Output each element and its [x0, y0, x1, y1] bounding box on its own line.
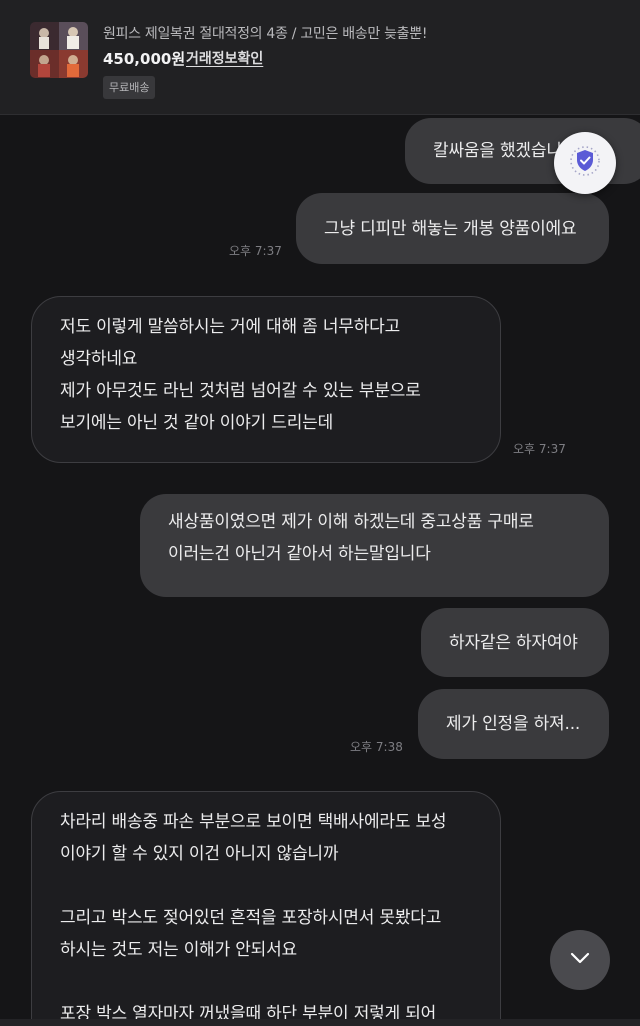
message-bubble[interactable]: 하자같은 하자여야 [421, 608, 609, 677]
message-line: 그리고 박스도 젖어있던 흔적을 포장하시면서 못봤다고 [60, 908, 442, 928]
message-line: 제가 아무것도 라닌 것처럼 넘어갈 수 있는 부분으로 [60, 381, 421, 401]
message-line: 저도 이렇게 말씀하시는 거에 대해 좀 너무하다고 [60, 317, 401, 337]
message-line: 포장 박스 열자마자 꺼냈을때 하단 부분이 저렇게 되어 [60, 1004, 437, 1021]
message-bubble[interactable]: 제가 인정을 하져... [418, 689, 609, 759]
product-thumbnail[interactable] [30, 22, 88, 78]
message-bubble[interactable]: 저도 이렇게 말씀하시는 거에 대해 좀 너무하다고 생각하네요 제가 아무것도… [31, 296, 501, 463]
message-time: 오후 7:38 [350, 740, 403, 754]
message-line: 이야기 할 수 있지 이건 아니지 않습니까 [60, 844, 339, 864]
scroll-to-bottom-button[interactable] [550, 930, 610, 990]
message-time: 오후 7:37 [229, 244, 282, 258]
message-line: 차라리 배송중 파손 부분으로 보이면 택배사에라도 보성 [60, 812, 447, 832]
message-line: 새상품이였으면 제가 이해 하겠는데 중고상품 구매로 [168, 512, 534, 532]
safety-shield-button[interactable] [554, 132, 616, 194]
bottom-bar [0, 1019, 640, 1026]
product-title: 원피스 제일복권 절대적정의 4종 / 고민은 배송만 늦출뿐! [103, 26, 428, 42]
message-bubble[interactable]: 차라리 배송중 파손 부분으로 보이면 택배사에라도 보성 이야기 할 수 있지… [31, 791, 501, 1021]
product-header[interactable]: 원피스 제일복권 절대적정의 4종 / 고민은 배송만 늦출뿐! 450,000… [0, 0, 640, 115]
shield-check-icon [565, 141, 605, 185]
message-text: 제가 인정을 하져... [446, 714, 581, 734]
product-price: 450,000원 [103, 50, 186, 68]
trade-info-link[interactable]: 거래정보확인 [186, 48, 263, 68]
message-bubble[interactable]: 새상품이였으면 제가 이해 하겠는데 중고상품 구매로 이러는건 아닌거 같아서… [140, 494, 609, 597]
message-bubble[interactable]: 그냥 디피만 해놓는 개봉 양품이에요 [296, 193, 609, 264]
message-text: 그냥 디피만 해놓는 개봉 양품이에요 [324, 218, 577, 239]
message-line: 생각하네요 [60, 349, 138, 369]
message-line: 보기에는 아닌 것 같아 이야기 드리는데 [60, 413, 334, 433]
message-line [60, 870, 472, 902]
message-text: 하자같은 하자여야 [449, 632, 578, 653]
message-line [60, 966, 472, 998]
message-time: 오후 7:37 [513, 442, 566, 456]
chevron-down-icon [567, 945, 593, 975]
chat-area[interactable]: 칼싸움을 했겠습니다 그냥 디피만 해놓는 개봉 양품이에요 오후 7:37 저… [0, 115, 640, 1021]
message-line: 이러는건 아닌거 같아서 하는말입니다 [168, 544, 431, 564]
free-shipping-badge: 무료배송 [103, 76, 156, 99]
message-line: 하시는 것도 저는 이해가 안되서요 [60, 940, 297, 960]
